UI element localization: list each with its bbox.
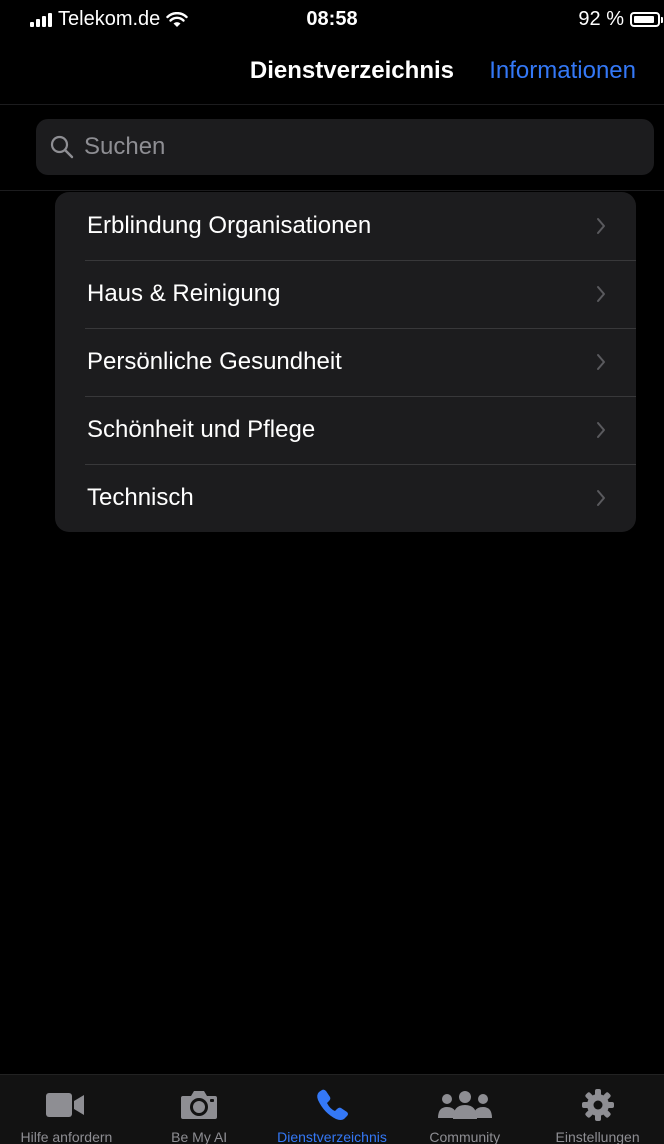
gear-icon: [581, 1089, 614, 1121]
battery-icon: [630, 12, 663, 27]
tab-label: Einstellungen: [555, 1129, 640, 1144]
tab-label: Dienstverzeichnis: [277, 1129, 387, 1144]
category-label: Schönheit und Pflege: [87, 416, 316, 443]
category-list: Erblindung Organisationen Haus & Reinigu…: [55, 192, 636, 532]
tab-bar: Hilfe anfordern Be My AI Dienstverzeichn…: [0, 1074, 664, 1144]
people-icon: [437, 1091, 492, 1119]
camera-icon: [181, 1091, 218, 1119]
phone-icon: [317, 1089, 348, 1120]
category-row-persoenliche-gesundheit[interactable]: Persönliche Gesundheit: [55, 328, 636, 396]
chevron-right-icon: [597, 354, 605, 370]
search-area: [0, 104, 664, 191]
category-label: Haus & Reinigung: [87, 280, 281, 307]
category-label: Erblindung Organisationen: [87, 212, 372, 239]
tab-dienstverzeichnis[interactable]: Dienstverzeichnis: [266, 1075, 399, 1144]
chevron-right-icon: [597, 422, 605, 438]
navigation-bar: Dienstverzeichnis Informationen: [0, 40, 664, 105]
category-row-technisch[interactable]: Technisch: [55, 464, 636, 532]
status-bar: Telekom.de 08:58 92 %: [0, 0, 664, 40]
tab-label: Be My AI: [171, 1129, 228, 1144]
tab-label: Community: [429, 1129, 501, 1144]
tab-label: Hilfe anfordern: [20, 1129, 113, 1144]
chevron-right-icon: [597, 286, 605, 302]
battery-fill: [634, 16, 654, 23]
search-input[interactable]: [82, 132, 586, 162]
tab-community[interactable]: Community: [398, 1075, 531, 1144]
page-title: Dienstverzeichnis: [249, 57, 454, 84]
search-icon: [50, 135, 74, 159]
category-row-erblindung-organisationen[interactable]: Erblindung Organisationen: [55, 192, 636, 260]
category-row-haus-reinigung[interactable]: Haus & Reinigung: [55, 260, 636, 328]
info-button[interactable]: Informationen: [489, 57, 636, 85]
tab-einstellungen[interactable]: Einstellungen: [531, 1075, 664, 1144]
category-row-schoenheit-pflege[interactable]: Schönheit und Pflege: [55, 396, 636, 464]
status-right: 92 %: [578, 8, 663, 31]
screen: Telekom.de 08:58 92 % Dienstverzeichnis …: [0, 0, 664, 1144]
battery-percent: 92 %: [578, 8, 624, 30]
chevron-right-icon: [597, 490, 605, 506]
category-label: Technisch: [87, 484, 194, 511]
category-label: Persönliche Gesundheit: [87, 348, 342, 375]
tab-hilfe-anfordern[interactable]: Hilfe anfordern: [0, 1075, 133, 1144]
search-field[interactable]: [36, 119, 654, 175]
chevron-right-icon: [597, 218, 605, 234]
video-camera-icon: [46, 1093, 85, 1117]
status-time: 08:58: [306, 8, 358, 30]
tab-be-my-ai[interactable]: Be My AI: [133, 1075, 266, 1144]
